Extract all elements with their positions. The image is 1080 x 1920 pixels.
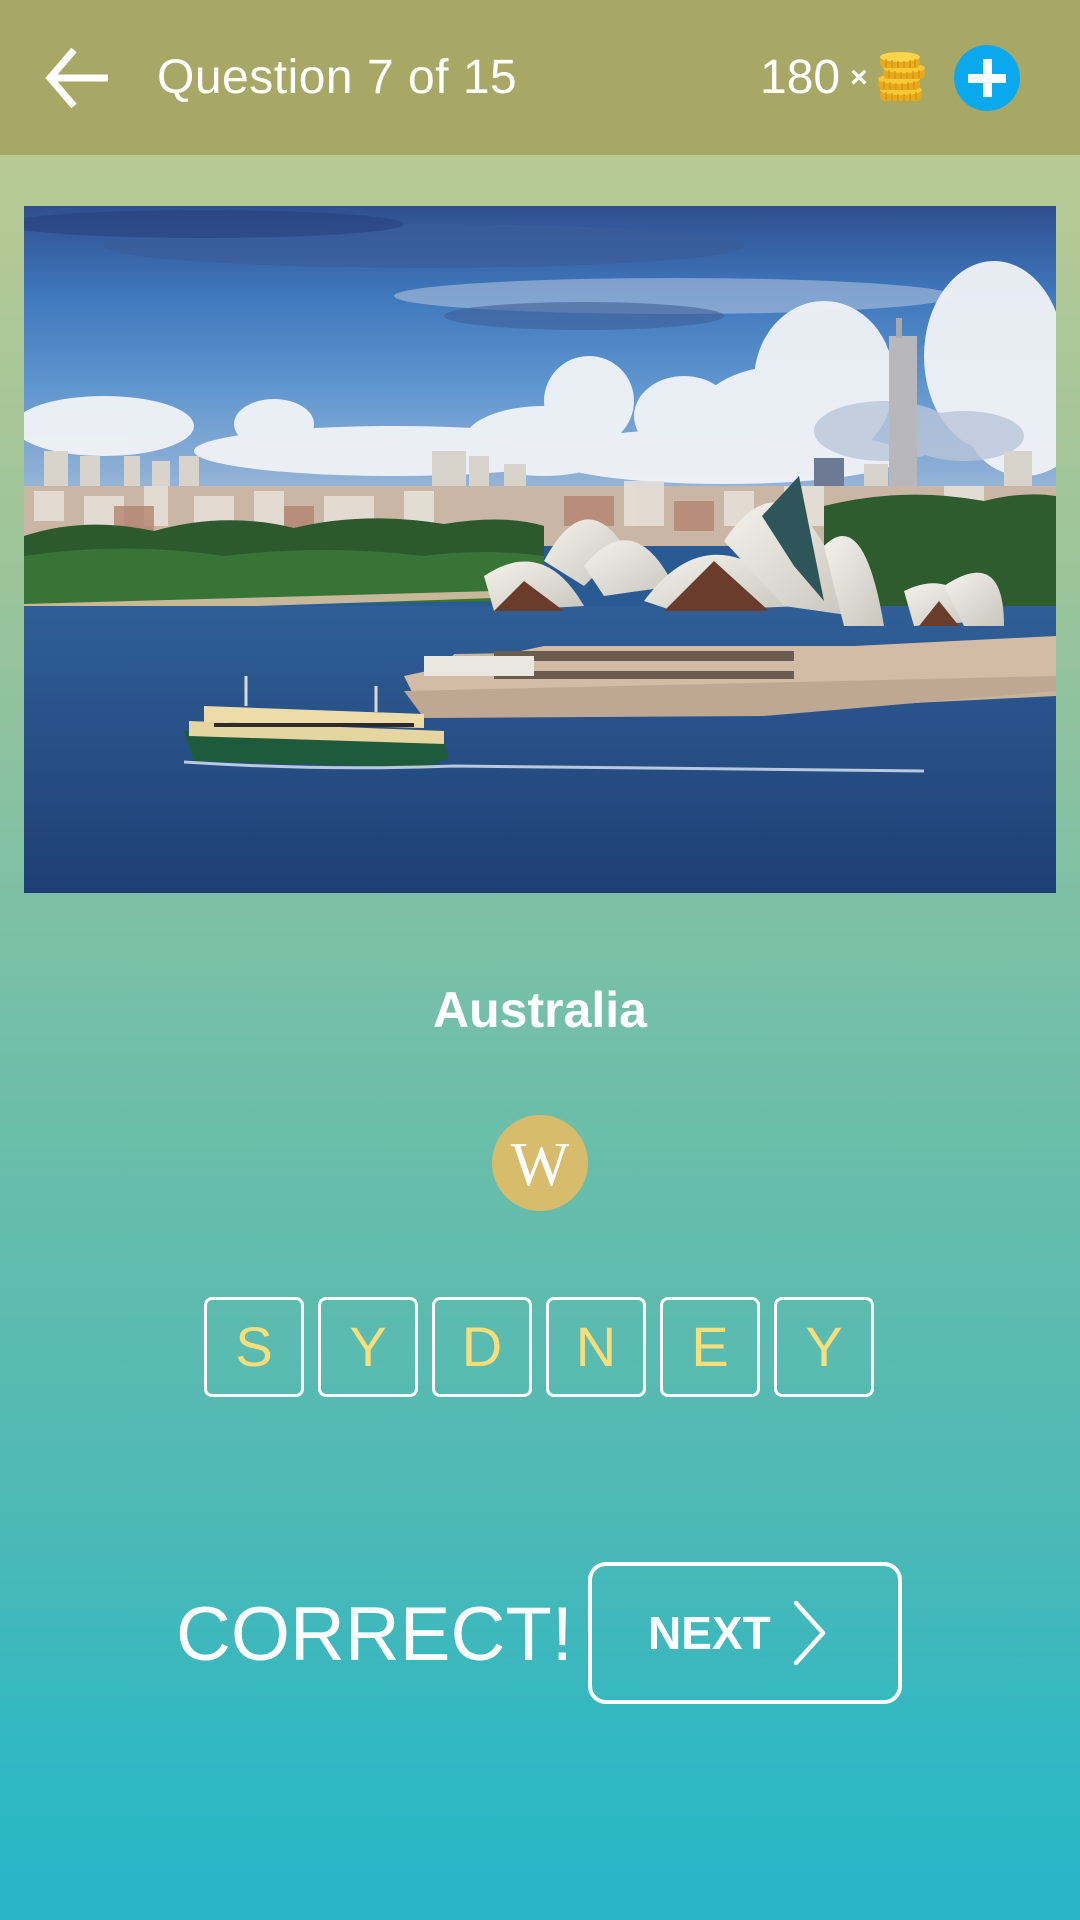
country-label: Australia bbox=[433, 982, 647, 1038]
top-bar: Question 7 of 15 180 × bbox=[0, 0, 1080, 155]
chevron-right-icon bbox=[793, 1600, 826, 1666]
times-symbol: × bbox=[850, 61, 868, 94]
letter-tile[interactable]: S bbox=[204, 1297, 304, 1397]
letter-tile[interactable]: E bbox=[660, 1297, 760, 1397]
coin-stack-icon bbox=[877, 52, 925, 101]
letter-tile[interactable]: Y bbox=[774, 1297, 874, 1397]
sydney-opera-house-photo bbox=[24, 206, 1056, 893]
question-counter: Question 7 of 15 bbox=[157, 51, 518, 104]
wikipedia-icon: W bbox=[510, 1131, 570, 1199]
wikipedia-button[interactable]: W bbox=[492, 1115, 588, 1211]
back-button[interactable] bbox=[40, 40, 116, 116]
letter-tile[interactable]: Y bbox=[318, 1297, 418, 1397]
coin-balance: 180 × bbox=[760, 48, 930, 108]
result-message: CORRECT! bbox=[176, 1592, 573, 1677]
question-image bbox=[24, 206, 1056, 893]
add-coins-button[interactable] bbox=[954, 45, 1020, 111]
next-label: NEXT bbox=[648, 1607, 771, 1659]
arrow-left-icon bbox=[45, 47, 108, 109]
next-button[interactable]: NEXT bbox=[588, 1562, 902, 1704]
letter-tile[interactable]: N bbox=[546, 1297, 646, 1397]
answer-tiles: S Y D N E Y bbox=[204, 1297, 874, 1397]
letter-tile[interactable]: D bbox=[432, 1297, 532, 1397]
coin-count: 180 bbox=[760, 51, 841, 104]
